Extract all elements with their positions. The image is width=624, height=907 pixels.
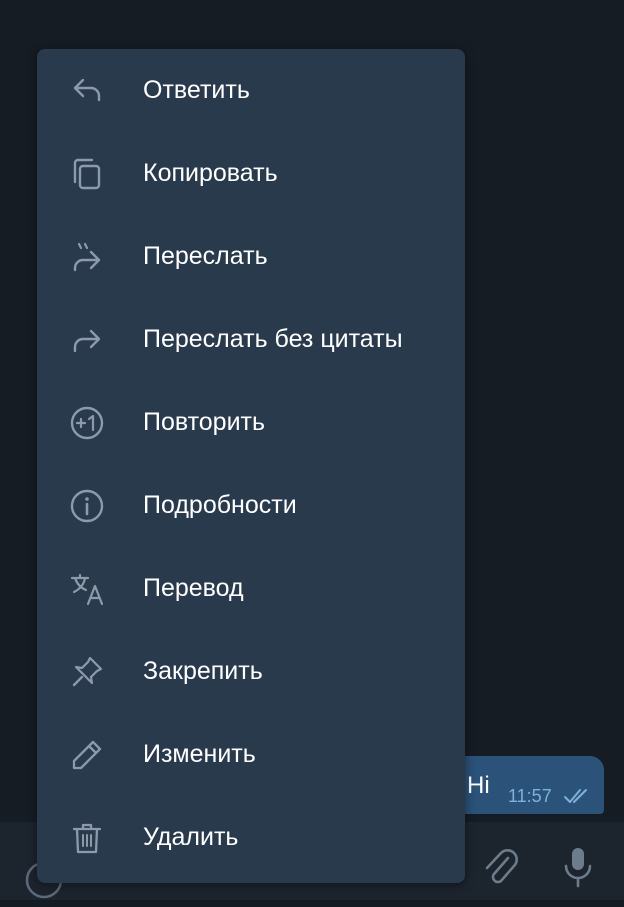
menu-item-pin[interactable]: Закрепить: [37, 630, 465, 713]
menu-item-label: Повторить: [143, 408, 266, 436]
menu-item-copy[interactable]: Копировать: [37, 132, 465, 215]
menu-item-label: Перевод: [143, 574, 244, 602]
message-bubble[interactable]: Hi 11:57: [452, 756, 604, 814]
delete-icon: [70, 821, 104, 855]
message-text: Hi: [467, 772, 490, 799]
context-menu: Ответить Копировать Переслать Переслать …: [37, 49, 465, 883]
menu-item-label: Удалить: [143, 823, 239, 851]
info-icon: [70, 489, 104, 523]
menu-item-label: Ответить: [143, 76, 250, 104]
forward-no-quote-icon: [70, 323, 104, 357]
menu-item-details[interactable]: Подробности: [37, 464, 465, 547]
menu-item-reply[interactable]: Ответить: [37, 49, 465, 132]
menu-item-repeat[interactable]: Повторить: [37, 381, 465, 464]
menu-item-label: Переслать без цитаты: [143, 325, 403, 353]
menu-item-forward[interactable]: Переслать: [37, 215, 465, 298]
menu-item-label: Подробности: [143, 491, 297, 519]
menu-item-label: Переслать: [143, 242, 268, 270]
attach-icon[interactable]: [478, 846, 522, 890]
double-check-icon: [562, 786, 592, 806]
menu-item-label: Закрепить: [143, 657, 263, 685]
menu-item-forward-no-quote[interactable]: Переслать без цитаты: [37, 298, 465, 381]
menu-item-label: Копировать: [143, 159, 278, 187]
copy-icon: [70, 157, 104, 191]
menu-item-label: Изменить: [143, 740, 256, 768]
edit-icon: [70, 738, 104, 772]
reply-icon: [70, 74, 104, 108]
pin-icon: [70, 655, 104, 689]
menu-item-delete[interactable]: Удалить: [37, 796, 465, 879]
translate-icon: [70, 572, 104, 606]
microphone-icon[interactable]: [556, 842, 600, 892]
menu-item-edit[interactable]: Изменить: [37, 713, 465, 796]
plus-one-icon: [70, 406, 104, 440]
forward-icon: [70, 240, 104, 274]
message-time: 11:57: [508, 786, 552, 806]
menu-item-translate[interactable]: Перевод: [37, 547, 465, 630]
